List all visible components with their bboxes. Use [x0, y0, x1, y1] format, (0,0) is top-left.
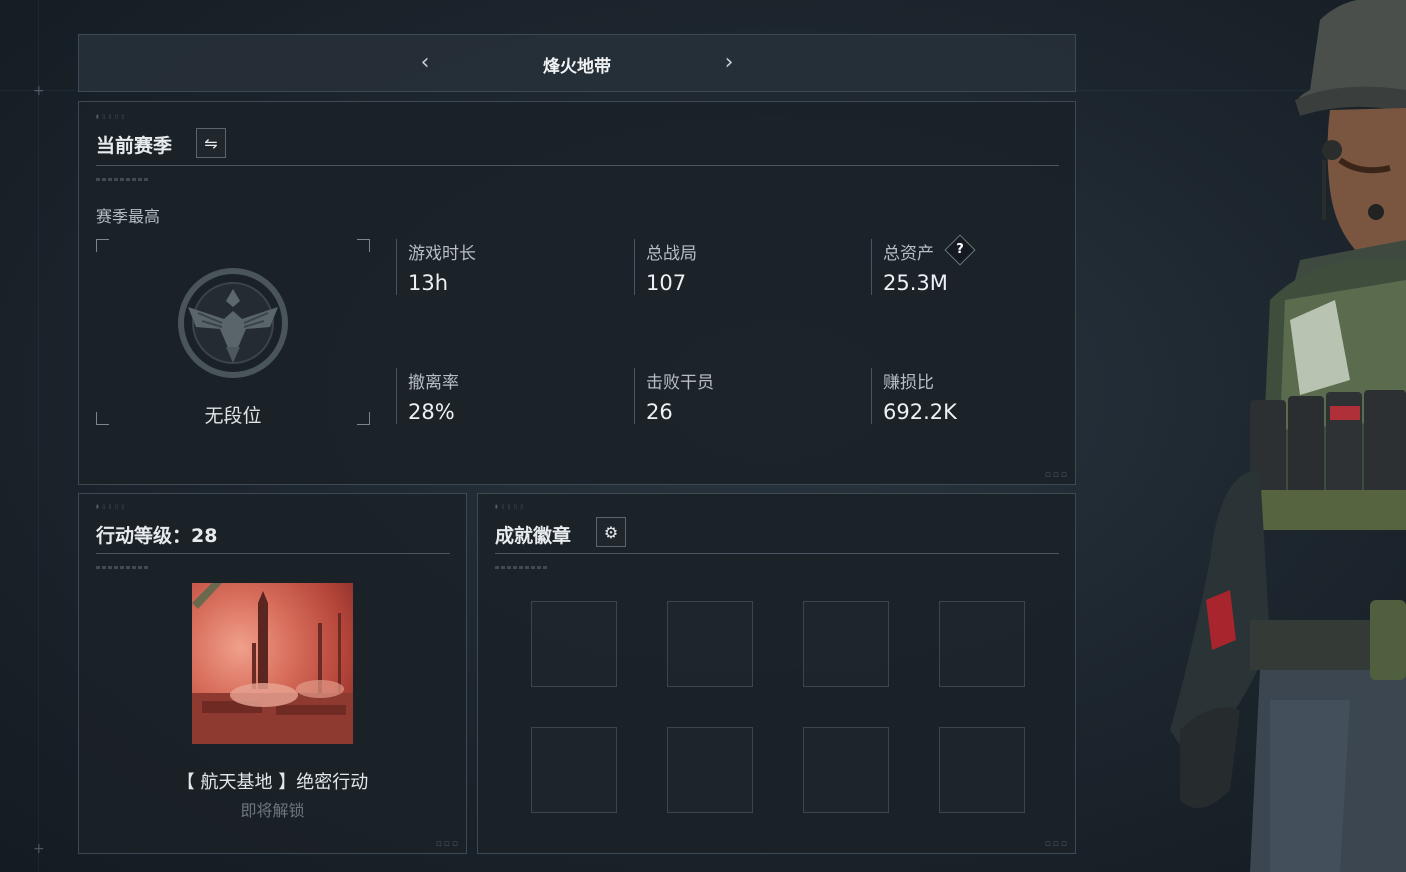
chevron-right-icon[interactable]: › [719, 51, 739, 75]
badge-slot[interactable] [667, 727, 753, 813]
decor-tag: ▮ ▯ ▯ ▯ ▯ [495, 504, 525, 510]
stat-label: 击败干员 [646, 373, 714, 393]
divider [96, 553, 450, 554]
operation-thumbnail[interactable] [192, 583, 353, 744]
decor-dash [495, 566, 549, 569]
decor-tag: ▮ ▯ ▯ ▯ ▯ [96, 114, 126, 120]
stat-value: 107 [646, 271, 687, 295]
bg-crosshair: + [33, 83, 45, 99]
stat-value: 26 [646, 400, 673, 424]
badge-slot[interactable] [531, 601, 617, 687]
eagle-emblem-icon [178, 268, 288, 378]
stat-value: 13h [408, 271, 449, 295]
help-icon[interactable]: ? [944, 234, 976, 266]
mode-selector-bar: ‹ 烽火地带 › [78, 34, 1076, 92]
rank-frame: 无段位 [96, 239, 370, 427]
season-best-label: 赛季最高 [96, 207, 161, 226]
decor-dots: ▫▫▫ [1044, 470, 1069, 480]
season-title: 当前赛季 [96, 135, 173, 157]
divider [96, 165, 1059, 166]
decor-dash [96, 566, 150, 569]
operation-name: 【 航天基地 】绝密行动 [176, 772, 369, 793]
badges-title: 成就徽章 [495, 525, 572, 547]
decor-tag: ▮ ▯ ▯ ▯ ▯ [96, 504, 126, 510]
bg-crosshair: + [33, 841, 45, 857]
current-season-panel: ▮ ▯ ▯ ▯ ▯ 当前赛季 ⇋ 赛季最高 无段位 游戏时长 13h 总战局 1… [78, 101, 1076, 485]
badge-slot[interactable] [667, 601, 753, 687]
stat-label: 总资产 [883, 244, 934, 264]
stat-label: 总战局 [646, 244, 697, 264]
mode-title: 烽火地带 [543, 57, 611, 77]
level-title: 行动等级：28 [96, 525, 218, 547]
divider [495, 553, 1059, 554]
stat-label: 游戏时长 [408, 244, 476, 264]
stat-label: 赚损比 [883, 373, 934, 393]
gear-icon[interactable]: ⚙ [596, 517, 626, 547]
badge-slot[interactable] [939, 727, 1025, 813]
achievement-badges-panel: ▮ ▯ ▯ ▯ ▯ 成就徽章 ⚙ ▫▫▫ [477, 493, 1076, 854]
stat-value: 28% [408, 400, 455, 424]
stat-value: 692.2K [883, 400, 957, 424]
unlock-status: 即将解锁 [240, 801, 305, 820]
operation-level-panel: ▮ ▯ ▯ ▯ ▯ 行动等级：28 【 航天基地 】绝密行动 即将解锁 ▫▫▫ [78, 493, 467, 854]
badge-slot[interactable] [939, 601, 1025, 687]
decor-dots: ▫▫▫ [1044, 839, 1069, 849]
bg-grid-line [38, 0, 39, 872]
rocket-scene-image [192, 583, 353, 744]
rank-label: 无段位 [204, 405, 262, 427]
operator-character-image [1170, 0, 1406, 872]
badge-slot[interactable] [803, 727, 889, 813]
swap-icon[interactable]: ⇋ [196, 128, 226, 158]
decor-dash [96, 178, 150, 181]
decor-dots: ▫▫▫ [435, 839, 460, 849]
stat-label: 撤离率 [408, 373, 459, 393]
stat-value: 25.3M [883, 271, 948, 295]
badge-slot[interactable] [803, 601, 889, 687]
badge-slot[interactable] [531, 727, 617, 813]
